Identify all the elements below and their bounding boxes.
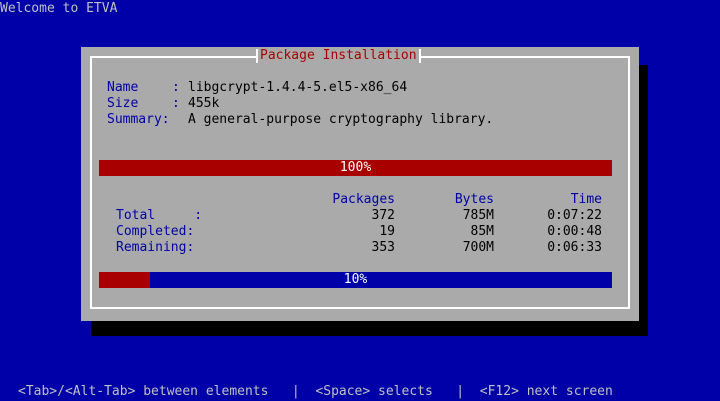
name-label: Name xyxy=(107,80,139,95)
dialog-title: Package Installation xyxy=(256,48,421,64)
total-bytes: 785M xyxy=(462,208,494,223)
package-installation-dialog: Package Installation Name : libgcrypt-1.… xyxy=(81,47,639,321)
header-bytes: Bytes xyxy=(454,192,494,207)
summary-label: Summary: xyxy=(107,112,170,127)
completed-time: 0:00:48 xyxy=(547,224,602,239)
package-progress-bar: 100% xyxy=(99,160,612,176)
header-time: Time xyxy=(570,192,602,207)
row-completed-label: Completed: xyxy=(116,224,195,239)
package-size: 455k xyxy=(188,96,220,111)
screen-title: Welcome to ETVA xyxy=(0,1,118,16)
total-time: 0:07:22 xyxy=(547,208,602,223)
remaining-packages: 353 xyxy=(371,240,395,255)
completed-bytes: 85M xyxy=(470,224,494,239)
overall-progress-text: 10% xyxy=(343,272,368,287)
name-separator: : xyxy=(172,80,180,95)
package-name: libgcrypt-1.4.4-5.el5-x86_64 xyxy=(188,80,408,95)
remaining-time: 0:06:33 xyxy=(547,240,602,255)
row-total-label: Total : xyxy=(116,208,203,223)
remaining-bytes: 700M xyxy=(462,240,494,255)
header-packages: Packages xyxy=(332,192,395,207)
row-remaining-label: Remaining: xyxy=(116,240,195,255)
size-separator: : xyxy=(172,96,180,111)
completed-packages: 19 xyxy=(379,224,395,239)
overall-progress-bar: 10% xyxy=(99,272,612,288)
package-progress-text: 100% xyxy=(339,160,372,175)
total-packages: 372 xyxy=(371,208,395,223)
package-summary: A general-purpose cryptography library. xyxy=(188,112,494,127)
keyboard-help-footer: <Tab>/<Alt-Tab> between elements | <Spac… xyxy=(18,384,613,399)
size-label: Size xyxy=(107,96,139,111)
